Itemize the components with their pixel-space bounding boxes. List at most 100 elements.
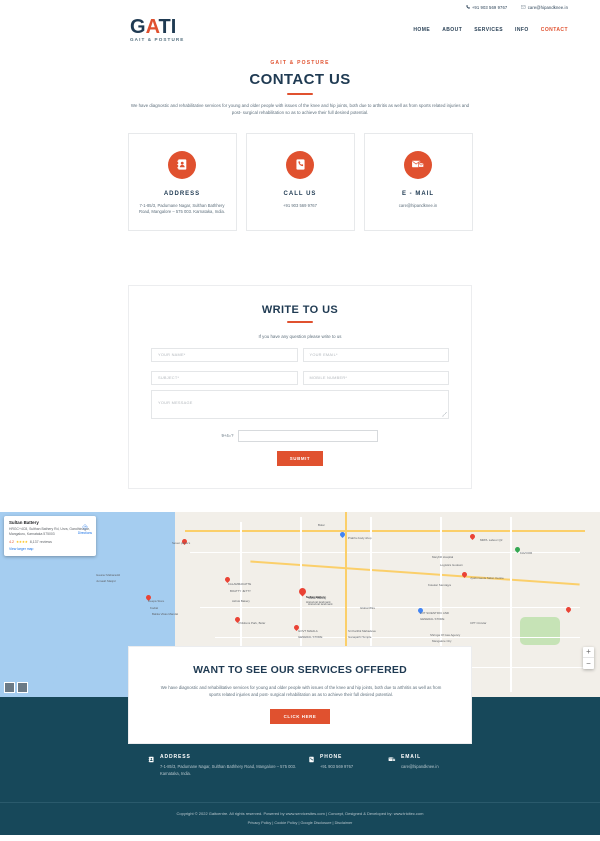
directions-icon [82, 523, 88, 530]
mobile-number-placeholder: MOBILE NUMBER* [309, 375, 348, 381]
map-label: Kodial [150, 605, 159, 610]
address-book-icon [168, 150, 196, 179]
form-row-1: YOUR NAME* YOUR EMAIL* [151, 347, 449, 362]
map-label: Gaurav Maharaddi [96, 572, 120, 577]
map-thumbnail[interactable] [17, 681, 28, 693]
map-pin-primary[interactable] [297, 586, 308, 597]
your-message-placeholder: YOUR MESSAGE [158, 399, 193, 405]
envelope-icon [521, 5, 526, 9]
submit-button[interactable]: SUBMIT [276, 450, 324, 466]
topbar-email[interactable]: care@hipandknee.in [521, 5, 568, 10]
topbar-phone[interactable]: +91 903 569 9767 [466, 5, 507, 10]
form-title: WRITE TO US [261, 303, 339, 316]
page-title: CONTACT US [249, 71, 351, 88]
map-pin[interactable] [564, 605, 573, 616]
map-label: Deepa Store [148, 598, 165, 603]
map-zoom-out-button[interactable]: − [583, 658, 594, 669]
nav-item-home[interactable]: HOME [413, 27, 430, 33]
map-label: Bolar [318, 522, 325, 527]
map-label: KAVOOR [520, 550, 533, 555]
card-title: ADDRESS [163, 190, 201, 197]
footer-legal-links[interactable]: Privacy Policy | Cookie Policy | Google … [0, 821, 600, 825]
mobile-number-input[interactable]: MOBILE NUMBER* [302, 370, 449, 385]
map-zoom-controls[interactable]: + − [583, 646, 594, 669]
page-intro: GAIT & POSTURE CONTACT US We have diagno… [0, 46, 600, 117]
footer-columns: ADDRESS 7-1-85/3, Padumane Nagar, Sultha… [0, 754, 600, 778]
map-pin[interactable] [460, 570, 469, 581]
map-zoom-in-button[interactable]: + [583, 647, 594, 658]
map-label: Seven pathu's [172, 540, 191, 545]
map-label: Kotekar Samrajya [428, 582, 451, 587]
nav-item-info[interactable]: INFO [515, 27, 529, 33]
nav-item-contact[interactable]: CONTACT [541, 27, 568, 33]
contact-card-email: E - MAIL care@hipandknee.in [363, 132, 473, 231]
your-name-input[interactable]: YOUR NAME* [151, 347, 298, 362]
footer-body-email: care@hipandknee.in [401, 763, 439, 769]
footer-head-address: ADDRESS [160, 753, 191, 760]
form-subtitle: If you have any question please write to… [258, 333, 342, 339]
contact-cards: ADDRESS 7-1-85/3, Padumane Nagar, Sultha… [0, 132, 600, 231]
click-here-button[interactable]: CLICK HERE [269, 708, 331, 724]
map-place-card[interactable]: Sultan Battery HRGC+4C8, Sulthan Bathery… [4, 515, 96, 556]
footer-body-phone: +91 903 569 9767 [320, 763, 354, 769]
logo-tagline: GAIT & POSTURE [130, 37, 185, 43]
card-title: E - MAIL [402, 190, 434, 197]
map-label: Balika Vikas Mandal [152, 611, 178, 616]
map-label: Logistics Godown [440, 562, 463, 567]
footer-column-address: ADDRESS 7-1-85/3, Padumane Nagar, Sultha… [148, 754, 308, 778]
services-cta-panel: WANT TO SEE OUR SERVICES OFFERED We have… [128, 646, 472, 744]
map-label: Sri Karthik Mahadeva [348, 628, 376, 633]
resize-grip-icon[interactable] [442, 411, 447, 417]
map-green-area [520, 616, 560, 645]
map-label: Global Wire [360, 605, 376, 610]
topbar-email-text: care@hipandknee.in [527, 4, 568, 10]
map-view-larger-link[interactable]: View larger map [9, 547, 91, 551]
card-text: 7-1-85/3, Padumane Nagar, Sulthan Bathhe… [139, 202, 225, 215]
footer-head-phone: PHONE [320, 753, 343, 760]
phone-handset-icon [308, 754, 315, 778]
map-label: GOVT MAHILA [298, 628, 318, 633]
logo-part-1: G [130, 16, 146, 39]
map-label: Ashok Bakery [232, 598, 250, 603]
title-rule [287, 93, 313, 95]
cta-title: WANT TO SEE OUR SERVICES OFFERED [193, 664, 407, 676]
map-label: Ganapathi Temple [348, 634, 372, 639]
map-pin[interactable] [338, 530, 347, 541]
map-thumbnails[interactable] [4, 681, 28, 693]
your-email-input[interactable]: YOUR EMAIL* [302, 347, 449, 362]
map-label: Mangalore City [432, 638, 452, 643]
logo[interactable]: GATI GAIT & POSTURE [130, 17, 184, 43]
nav-item-services[interactable]: SERVICES [474, 27, 503, 33]
map-pin[interactable] [468, 532, 477, 543]
your-email-placeholder: YOUR EMAIL* [309, 352, 338, 358]
subject-placeholder: SUBJECT* [158, 375, 180, 381]
your-message-textarea[interactable]: YOUR MESSAGE [151, 389, 449, 419]
captcha-input[interactable] [238, 429, 379, 442]
map-thumbnail[interactable] [4, 681, 15, 693]
mail-stack-icon [388, 754, 396, 778]
map-label: Historical landmark [308, 601, 333, 606]
map-directions-button[interactable]: Directions [78, 523, 92, 535]
site-header: GATI GAIT & POSTURE HOME ABOUT SERVICES … [0, 14, 600, 46]
nav-item-about[interactable]: ABOUT [442, 27, 462, 33]
footer-bottom-bar: Copyright © 2022 Gaitcentre. All rights … [0, 801, 600, 835]
map-label: GENERAL STORE [298, 634, 323, 639]
footer-column-phone: PHONE +91 903 569 9767 [308, 754, 388, 778]
subject-input[interactable]: SUBJECT* [151, 370, 298, 385]
main-nav: HOME ABOUT SERVICES INFO CONTACT [413, 27, 568, 33]
captcha-label: 9+4=? [221, 433, 234, 439]
topbar-phone-text: +91 903 569 9767 [471, 4, 508, 10]
map-label: Shringa Of Gas Agency [430, 632, 461, 637]
map-label: BOATTY JETTY [230, 588, 251, 593]
form-row-2: SUBJECT* MOBILE NUMBER* [151, 370, 449, 385]
logo-wordmark: GATI [130, 17, 184, 37]
map-label: Childrens Park, Bolar [238, 620, 266, 625]
map-label: Jumaah Masjid [96, 578, 116, 583]
top-utility-bar: +91 903 569 9767 care@hipandknee.in [0, 0, 600, 14]
footer-copyright: Copyright © 2022 Gaitcentre. All rights … [176, 810, 424, 816]
write-to-us-form: WRITE TO US If you have any question ple… [128, 284, 472, 489]
page-eyebrow: GAIT & POSTURE [270, 60, 330, 66]
address-book-icon [148, 754, 155, 778]
map-label: Sultan Battery [308, 595, 327, 600]
map-rating-reviews: 8,137 reviews [29, 539, 52, 544]
